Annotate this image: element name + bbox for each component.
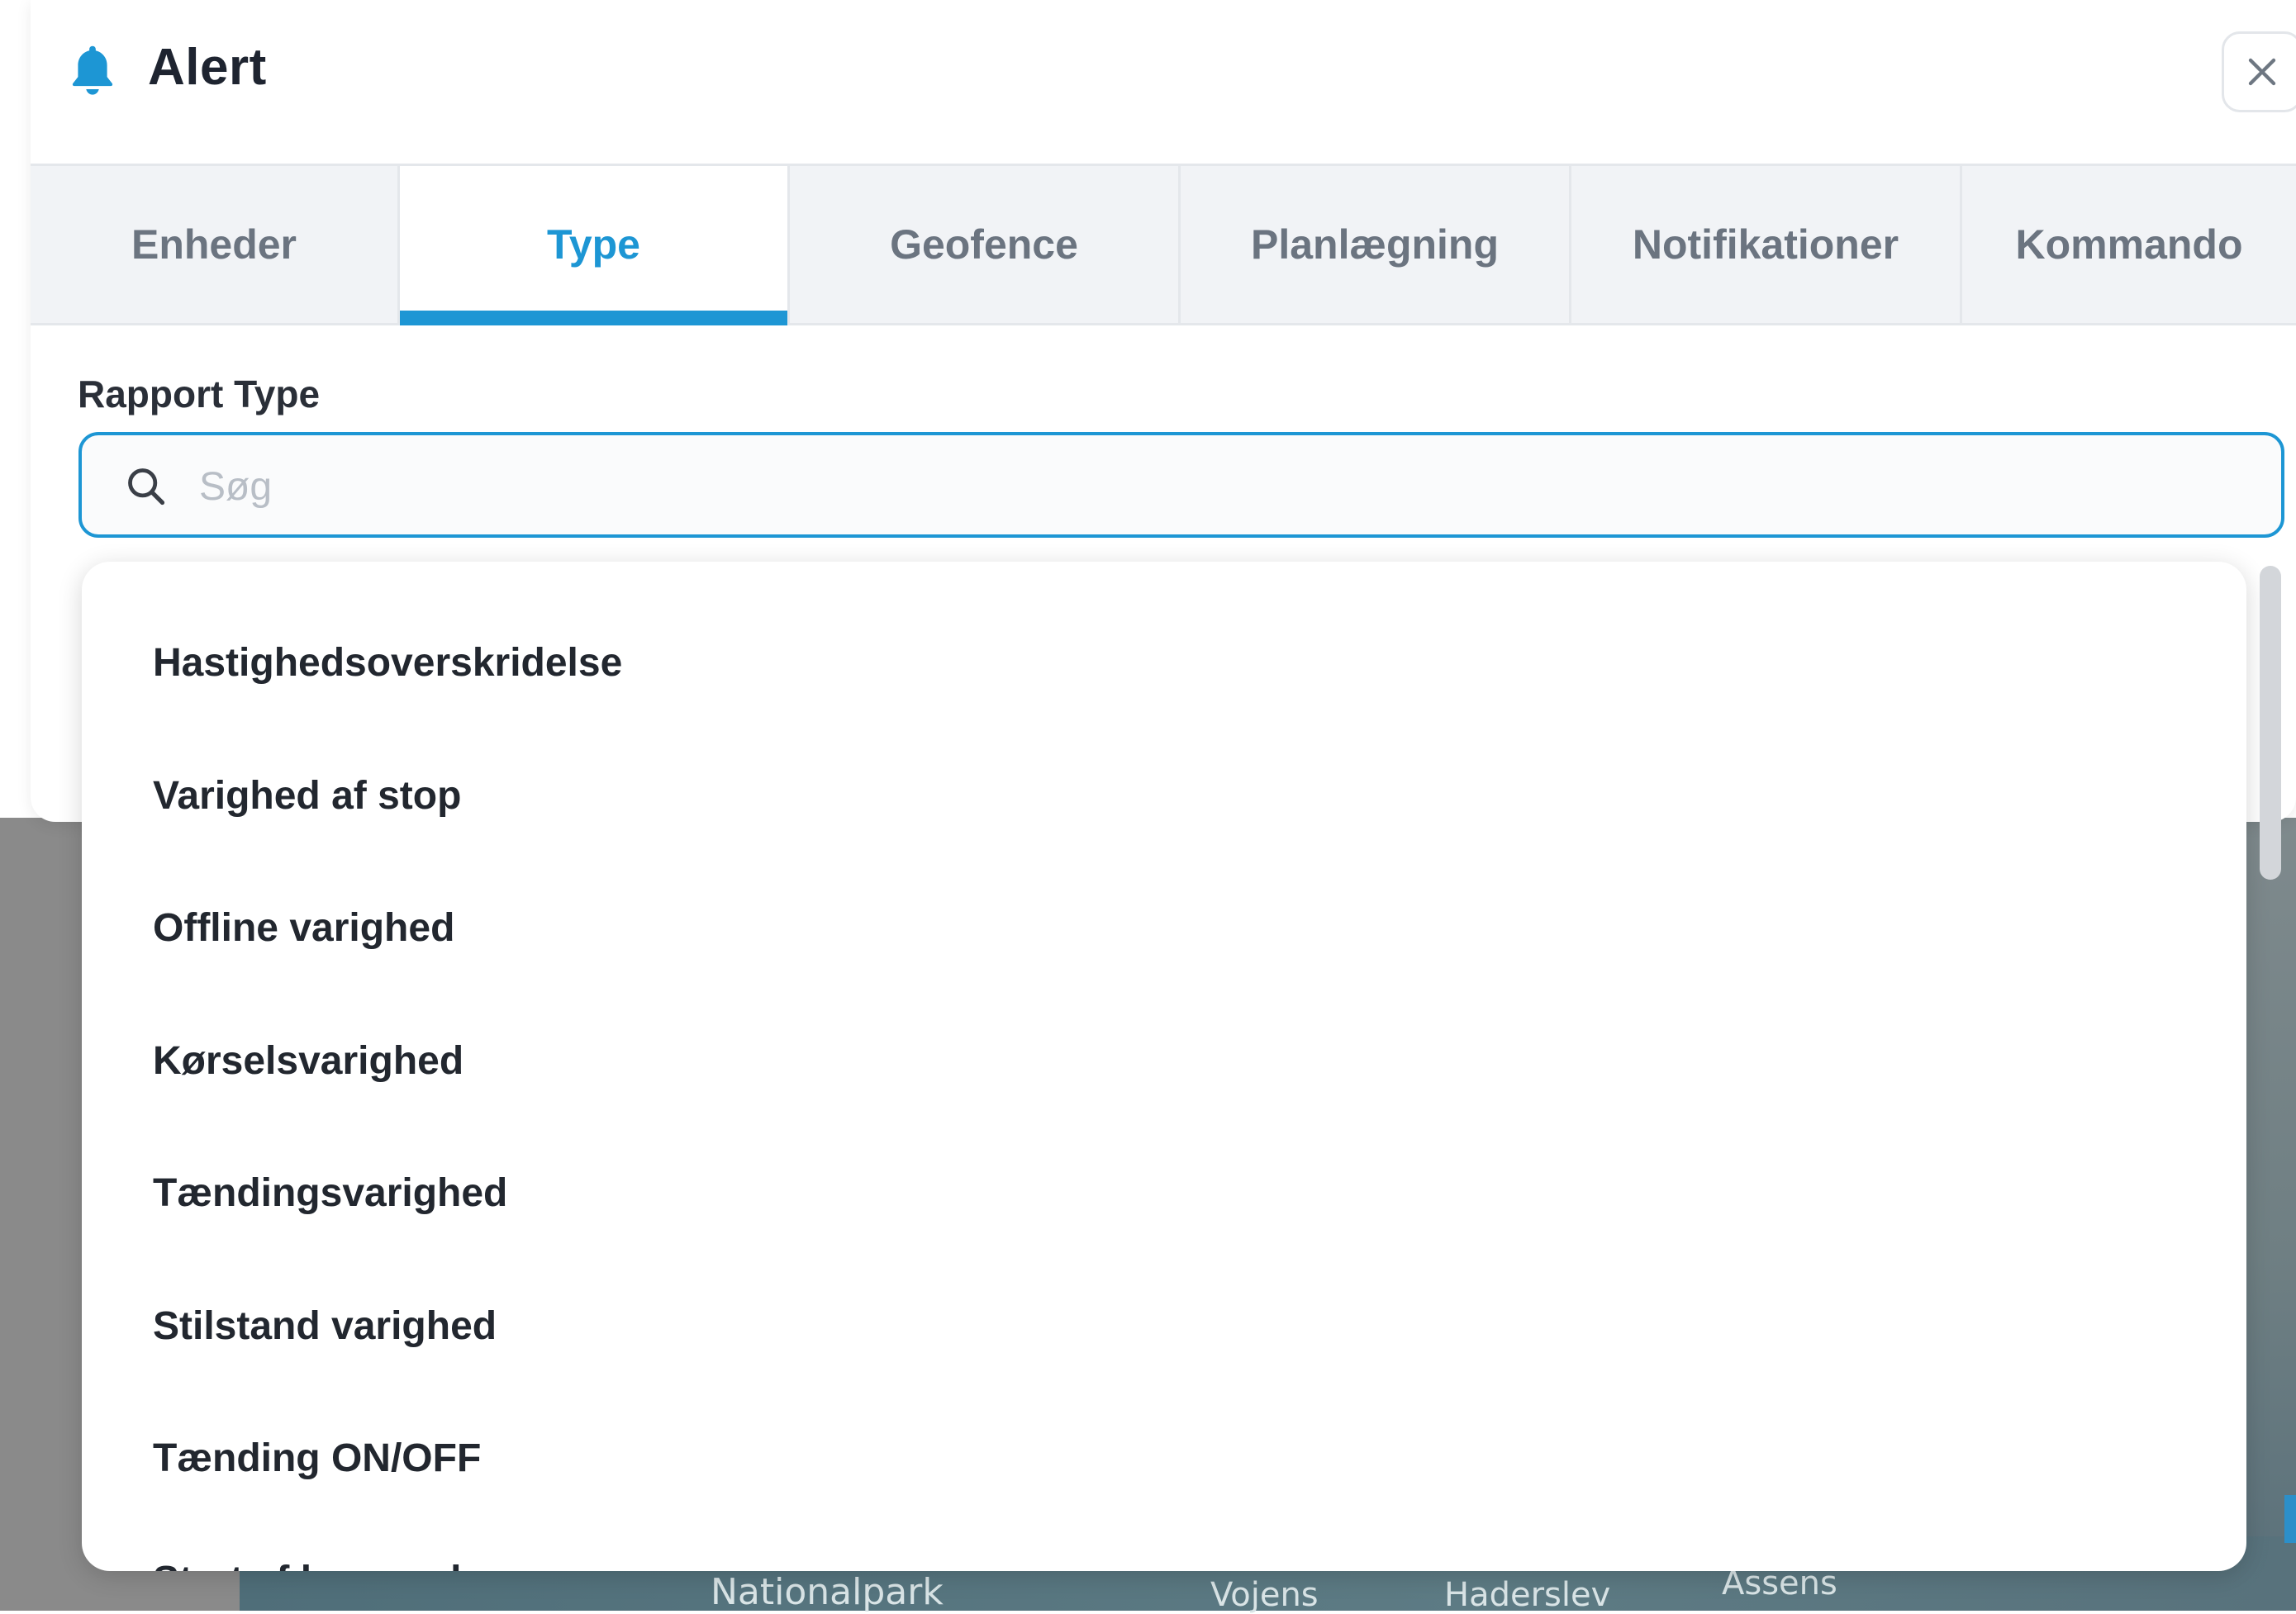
map-label-nationalpark: Nationalpark xyxy=(711,1571,944,1613)
tab-label: Kommando xyxy=(2015,221,2243,268)
option-varighed-af-stop[interactable]: Varighed af stop xyxy=(153,773,461,819)
tab-label: Geofence xyxy=(890,221,1078,268)
report-type-label: Rapport Type xyxy=(78,373,321,415)
dropdown-scroll-track xyxy=(2246,562,2296,1571)
tab-label: Type xyxy=(547,221,640,268)
map-label-haderslev: Haderslev xyxy=(1444,1576,1611,1614)
map-label-vojens: Vojens xyxy=(1210,1576,1319,1614)
tab-planlaegning[interactable]: Planlægning xyxy=(1181,166,1571,323)
tab-label: Notifikationer xyxy=(1632,221,1899,268)
option-stilstand-varighed[interactable]: Stilstand varighed xyxy=(153,1303,497,1349)
option-taending-on-off[interactable]: Tænding ON/OFF xyxy=(153,1436,481,1481)
modal-title: Alert xyxy=(148,39,267,96)
tab-notifikationer[interactable]: Notifikationer xyxy=(1571,166,1962,323)
option-hastighedsoverskridelse[interactable]: Hastighedsoverskridelse xyxy=(153,640,622,686)
tab-geofence[interactable]: Geofence xyxy=(790,166,1181,323)
option-taendingsvarighed[interactable]: Tændingsvarighed xyxy=(153,1170,507,1216)
option-start-af-bevaegelse[interactable]: Start af bevægelse xyxy=(153,1558,506,1571)
report-type-dropdown: Hastighedsoverskridelse Varighed af stop… xyxy=(82,562,2246,1571)
dropdown-scrollbar[interactable] xyxy=(2260,566,2281,880)
close-button[interactable] xyxy=(2222,31,2296,112)
option-korselsvarighed[interactable]: Kørselsvarighed xyxy=(153,1038,463,1084)
bell-icon xyxy=(72,45,113,95)
tab-type[interactable]: Type xyxy=(400,166,790,325)
tab-bar: Enheder Type Geofence Planlægning Notifi… xyxy=(31,164,2296,325)
report-type-search-box[interactable] xyxy=(78,432,2284,538)
tab-enheder[interactable]: Enheder xyxy=(31,166,400,323)
search-icon xyxy=(128,468,165,506)
close-icon xyxy=(2248,58,2276,86)
modal-header: Alert xyxy=(31,0,2296,164)
option-offline-varighed[interactable]: Offline varighed xyxy=(153,905,454,951)
tab-label: Planlægning xyxy=(1251,221,1499,268)
search-input[interactable] xyxy=(197,452,2246,521)
tab-kommando[interactable]: Kommando xyxy=(1962,166,2296,323)
tab-label: Enheder xyxy=(131,221,297,268)
